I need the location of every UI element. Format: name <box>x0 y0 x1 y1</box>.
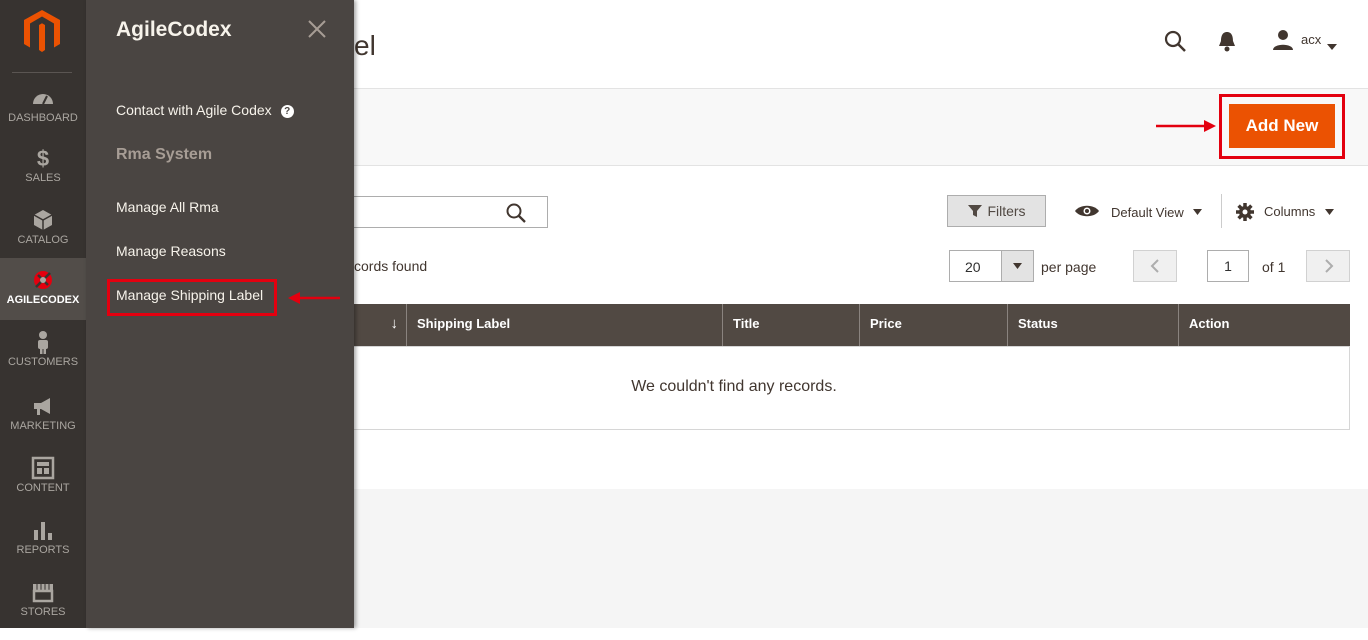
toolbar-divider <box>1221 194 1222 228</box>
chevron-down-icon[interactable] <box>1325 209 1334 215</box>
nav-label: CATALOG <box>17 234 69 246</box>
keyword-search-input[interactable] <box>354 196 548 228</box>
nav-item-agilecodex[interactable]: AGILECODEX <box>0 258 86 320</box>
close-icon[interactable] <box>306 18 328 40</box>
nav-label: CONTENT <box>16 482 70 494</box>
grid-header-row: ↓ Shipping Label Title Price Status Acti… <box>354 304 1350 346</box>
store-icon <box>32 584 54 603</box>
filters-label: Filters <box>987 203 1026 219</box>
column-header-price[interactable]: Price <box>860 304 1008 346</box>
column-header-status[interactable]: Status <box>1008 304 1179 346</box>
next-page-button[interactable] <box>1306 250 1350 282</box>
agilecodex-icon <box>34 271 52 289</box>
manage-all-rma-link[interactable]: Manage All Rma <box>116 199 219 215</box>
nav-divider <box>12 72 72 73</box>
bar-chart-icon <box>34 522 52 540</box>
column-header-title[interactable]: Title <box>723 304 860 346</box>
nav-label: CUSTOMERS <box>7 356 79 368</box>
per-page-select[interactable]: 20 <box>949 250 1034 282</box>
manage-shipping-label-link[interactable]: Manage Shipping Label <box>116 287 263 303</box>
per-page-toggle[interactable] <box>1001 251 1033 281</box>
person-icon <box>38 331 48 354</box>
nav-item-stores[interactable]: STORES <box>0 580 86 640</box>
nav-label: REPORTS <box>16 544 70 556</box>
sort-arrow-icon[interactable]: ↓ <box>354 304 407 346</box>
layout-icon <box>31 456 55 480</box>
rma-system-group-title: Rma System <box>116 146 213 163</box>
nav-item-content[interactable]: CONTENT <box>0 456 86 516</box>
filters-button[interactable]: Filters <box>947 195 1046 227</box>
nav-label: MARKETING <box>10 420 76 432</box>
per-page-label: per page <box>1041 259 1097 275</box>
dollar-icon: $ <box>37 146 49 170</box>
add-new-button[interactable]: Add New <box>1229 104 1335 148</box>
default-view-dropdown[interactable]: Default View <box>1111 205 1184 220</box>
columns-dropdown[interactable]: Columns <box>1264 204 1315 219</box>
flyout-title: AgileCodex <box>116 18 232 41</box>
nav-item-customers[interactable]: CUSTOMERS <box>0 330 86 390</box>
per-page-value: 20 <box>965 259 981 275</box>
svg-text:$: $ <box>37 146 49 170</box>
chevron-left-icon <box>1150 259 1159 273</box>
agilecodex-flyout-menu: AgileCodex Contact with Agile Codex? Rma… <box>86 0 354 628</box>
nav-label: AGILECODEX <box>6 294 80 306</box>
chevron-right-icon <box>1325 259 1334 273</box>
page-footer-area <box>354 489 1368 628</box>
admin-sidebar: DASHBOARD $ SALES CATALOG AGILECODEX CUS… <box>0 0 86 628</box>
help-icon[interactable]: ? <box>280 105 294 118</box>
column-header-action[interactable]: Action <box>1179 304 1350 346</box>
magento-logo-icon[interactable] <box>22 8 62 54</box>
nav-item-dashboard[interactable]: DASHBOARD <box>0 86 86 146</box>
chevron-down-icon <box>1013 263 1022 269</box>
total-pages-label: of 1 <box>1262 259 1286 275</box>
previous-page-button[interactable] <box>1133 250 1177 282</box>
dashboard-icon <box>33 94 53 105</box>
gear-icon <box>1236 203 1254 221</box>
bell-icon[interactable] <box>1217 30 1237 57</box>
contact-link-label: Contact with Agile Codex <box>116 102 272 118</box>
contact-agile-codex-link[interactable]: Contact with Agile Codex? <box>116 102 294 118</box>
pointer-arrow-icon <box>1156 120 1216 132</box>
page-title: el <box>354 30 376 61</box>
column-header-shipping-label[interactable]: Shipping Label <box>407 304 723 346</box>
search-icon[interactable] <box>1163 29 1187 58</box>
nav-label: SALES <box>25 172 61 184</box>
search-icon[interactable] <box>505 202 527 224</box>
nav-label: DASHBOARD <box>8 112 78 124</box>
nav-item-sales[interactable]: $ SALES <box>0 146 86 206</box>
manage-reasons-link[interactable]: Manage Reasons <box>116 243 226 259</box>
eye-icon <box>1075 205 1099 217</box>
filter-icon <box>968 205 983 217</box>
nav-label: STORES <box>20 606 66 618</box>
empty-records-message: We couldn't find any records. <box>631 378 837 395</box>
grid-body: We couldn't find any records. <box>354 346 1350 430</box>
chevron-down-icon[interactable] <box>1327 37 1337 55</box>
user-name[interactable]: acx <box>1301 32 1321 47</box>
chevron-down-icon[interactable] <box>1193 209 1202 215</box>
user-icon[interactable] <box>1272 29 1294 56</box>
megaphone-icon <box>34 398 50 415</box>
pointer-arrow-icon <box>288 292 340 304</box>
records-found-count: cords found <box>354 258 428 274</box>
nav-item-marketing[interactable]: MARKETING <box>0 394 86 454</box>
nav-item-reports[interactable]: REPORTS <box>0 518 86 578</box>
current-page-input[interactable]: 1 <box>1207 250 1249 282</box>
cube-icon <box>33 210 53 230</box>
